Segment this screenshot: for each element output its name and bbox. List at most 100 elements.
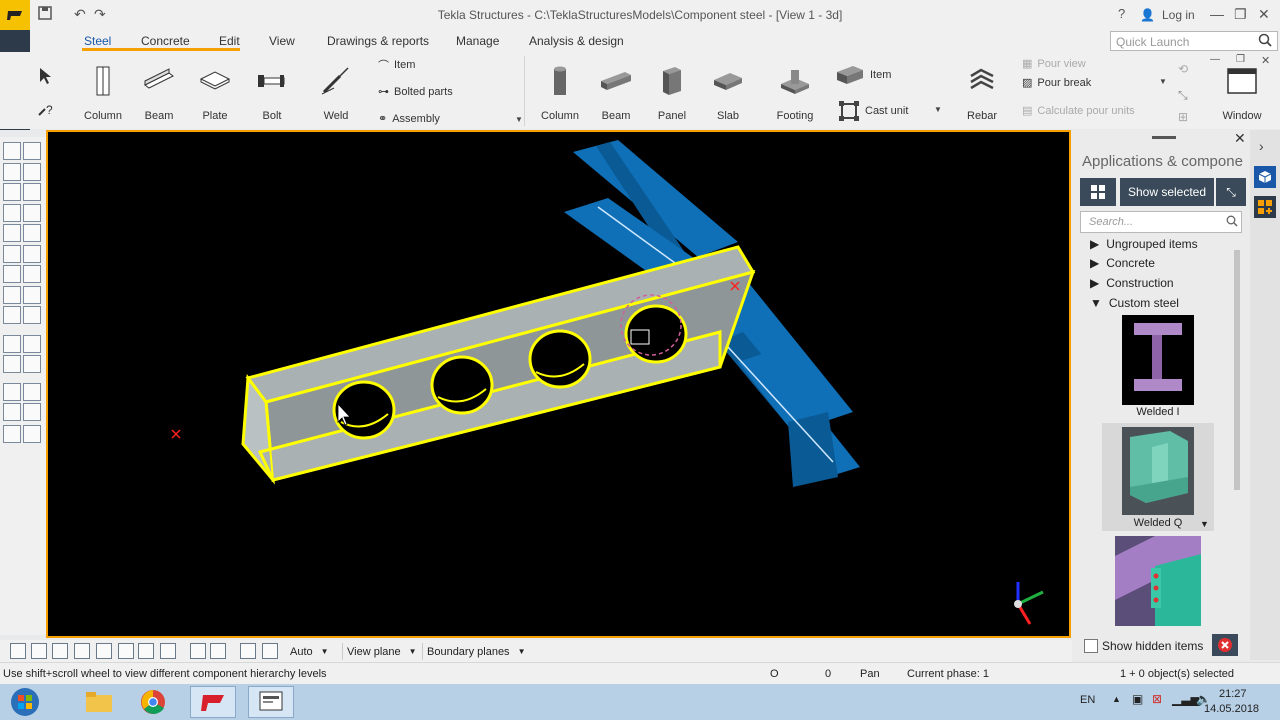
applications-panel-button[interactable]	[1254, 196, 1276, 218]
toolbox-tool-icon[interactable]	[3, 425, 21, 443]
toolbox-tool-icon[interactable]	[23, 163, 41, 181]
snap-switch-icon[interactable]	[262, 643, 278, 659]
tray-app-icon[interactable]: ▣	[1132, 692, 1143, 706]
concrete-column-button[interactable]: Column	[532, 64, 588, 122]
clock-time[interactable]: 21:27	[1219, 688, 1247, 700]
steel-bolt-button[interactable]: Bolt	[244, 64, 300, 122]
snap-switch-icon[interactable]	[96, 643, 112, 659]
steel-beam-button[interactable]: Beam	[131, 64, 187, 122]
welded-q-dropdown-icon[interactable]: ▼	[1200, 519, 1209, 529]
ribbon-tool-icon-3[interactable]: ⊞	[1178, 110, 1188, 124]
toolbox-tool-icon[interactable]	[3, 204, 21, 222]
snap-question-icon[interactable]: ?	[36, 100, 56, 123]
panel-drag-handle[interactable]	[1152, 136, 1176, 139]
quick-launch-input[interactable]: Quick Launch	[1110, 31, 1278, 51]
start-button[interactable]	[2, 686, 48, 718]
toolbox-tool-icon[interactable]	[3, 265, 21, 283]
toolbox-tool-icon[interactable]	[3, 355, 21, 373]
select-pointer-icon[interactable]	[36, 66, 56, 89]
concrete-slab-button[interactable]: Slab	[700, 64, 756, 122]
toolbox-tool-icon[interactable]	[23, 286, 41, 304]
assembly-button[interactable]: ⚭ Assembly	[378, 112, 440, 126]
component-search-input[interactable]: Search...	[1080, 211, 1242, 233]
chrome-taskbar[interactable]	[130, 686, 176, 718]
tree-item-custom-steel[interactable]: ▼ Custom steel	[1090, 296, 1179, 310]
toolbox-tool-icon[interactable]	[3, 403, 21, 421]
pour-dropdown-icon[interactable]: ▼	[1159, 77, 1167, 86]
steel-group-expand-icon[interactable]: ▼	[515, 115, 523, 124]
pour-break-button[interactable]: ▨ Pour break	[1022, 76, 1091, 90]
close-icon[interactable]: ✕	[1258, 6, 1270, 23]
toolbox-tool-icon[interactable]	[23, 224, 41, 242]
toolbox-tool-icon[interactable]	[23, 355, 41, 373]
collapse-button[interactable]: ⤡	[1216, 178, 1246, 206]
toolbox-tool-icon[interactable]	[23, 245, 41, 263]
rebar-button[interactable]: Rebar	[954, 64, 1010, 122]
tab-edit[interactable]: Edit	[219, 34, 240, 48]
tab-analysis-design[interactable]: Analysis & design	[529, 34, 624, 48]
tab-drawings-reports[interactable]: Drawings & reports	[327, 34, 429, 48]
welded-i-thumbnail[interactable]	[1122, 315, 1194, 405]
snap-switch-icon[interactable]	[210, 643, 226, 659]
show-hidden-checkbox[interactable]	[1084, 639, 1098, 653]
ribbon-tool-icon[interactable]: ⟲	[1178, 62, 1188, 76]
tab-view[interactable]: View	[269, 34, 295, 48]
chevron-right-icon[interactable]: ›	[1259, 138, 1264, 154]
model-view-3d[interactable]	[46, 130, 1071, 638]
snap-switch-icon[interactable]	[31, 643, 47, 659]
snap-switch-icon[interactable]	[74, 643, 90, 659]
snap-switch-icon[interactable]	[160, 643, 176, 659]
toolbox-tool-icon[interactable]	[3, 183, 21, 201]
help-icon[interactable]: ?	[1118, 6, 1125, 21]
snap-switch-icon[interactable]	[118, 643, 134, 659]
toolbox-tool-icon[interactable]	[23, 425, 41, 443]
snap-switch-icon[interactable]	[240, 643, 256, 659]
cast-unit-button[interactable]: Cast unit	[838, 100, 908, 122]
tab-concrete[interactable]: Concrete	[141, 34, 190, 48]
status-phase[interactable]: Current phase: 1	[907, 668, 989, 680]
network-icon[interactable]: ⊠	[1152, 692, 1162, 706]
concrete-footing-button[interactable]: Footing	[767, 64, 823, 122]
model-canvas[interactable]	[48, 132, 1071, 638]
toolbox-tool-icon[interactable]	[3, 245, 21, 263]
toolbox-tool-icon[interactable]	[23, 306, 41, 324]
toolbox-tool-icon[interactable]	[23, 403, 41, 421]
selected-castellated-beam[interactable]	[241, 245, 756, 485]
view-plane-dropdown[interactable]: View plane ▼	[342, 643, 420, 660]
concrete-item-button[interactable]: Item	[835, 64, 891, 86]
calculate-pour-units-button[interactable]: ▤ Calculate pour units	[1022, 104, 1135, 118]
tray-expand-icon[interactable]: ▲	[1112, 694, 1121, 704]
window-button[interactable]: Window	[1212, 64, 1272, 122]
search-icon[interactable]	[1258, 33, 1272, 50]
language-indicator[interactable]: EN	[1080, 694, 1095, 706]
bolted-parts-button[interactable]: ⊶ Bolted parts	[378, 85, 453, 99]
auto-dropdown[interactable]: Auto ▼	[290, 643, 338, 660]
toolbox-tool-icon[interactable]	[3, 306, 21, 324]
pour-view-button[interactable]: ▦ Pour view	[1022, 57, 1086, 71]
tree-item-concrete[interactable]: ▶ Concrete	[1090, 256, 1155, 270]
show-selected-button[interactable]: Show selected	[1120, 178, 1214, 206]
toolbox-tool-icon[interactable]	[3, 335, 21, 353]
steel-item-button[interactable]: ⌒ Item	[378, 57, 415, 73]
concrete-beam-button[interactable]: Beam	[588, 64, 644, 122]
clear-button[interactable]	[1212, 634, 1238, 656]
clock-date[interactable]: 14.05.2018	[1204, 703, 1259, 715]
snap-switch-icon[interactable]	[52, 643, 68, 659]
steel-column-button[interactable]: Column	[75, 64, 131, 122]
toolbox-tool-icon[interactable]	[3, 224, 21, 242]
snap-switch-icon[interactable]	[10, 643, 26, 659]
user-icon[interactable]: 👤	[1140, 8, 1155, 22]
toolbox-tool-icon[interactable]	[3, 286, 21, 304]
connection-thumbnail[interactable]	[1115, 536, 1201, 626]
welded-q-thumbnail[interactable]	[1122, 427, 1194, 515]
panel-close-icon[interactable]: ✕	[1234, 130, 1246, 147]
tab-steel[interactable]: Steel	[84, 34, 111, 48]
toolbox-tool-icon[interactable]	[23, 335, 41, 353]
grid-view-button[interactable]	[1080, 178, 1116, 206]
tekla-taskbar[interactable]	[190, 686, 236, 718]
toolbox-tool-icon[interactable]	[3, 383, 21, 401]
concrete-panel-button[interactable]: Panel	[644, 64, 700, 122]
tree-item-ungrouped[interactable]: ▶ Ungrouped items	[1090, 237, 1198, 251]
tab-manage[interactable]: Manage	[456, 34, 499, 48]
panel-scrollbar[interactable]	[1234, 250, 1240, 490]
